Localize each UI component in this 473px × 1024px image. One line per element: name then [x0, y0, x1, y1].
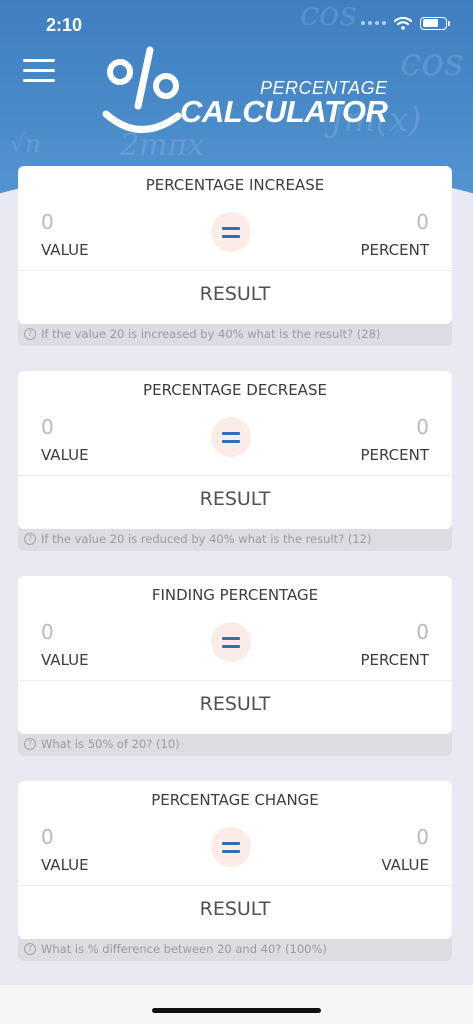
status-bar: 2:10 — [0, 0, 473, 50]
calculator-list: PERCENTAGE INCREASE 0 VALUE 0 PERCENT RE… — [18, 166, 452, 986]
value-label: VALUE — [41, 651, 89, 669]
equals-button[interactable] — [211, 417, 251, 457]
result-field: RESULT — [199, 488, 271, 510]
equals-icon — [222, 431, 240, 443]
equals-icon — [222, 841, 240, 853]
card-title: FINDING PERCENTAGE — [151, 586, 319, 604]
percent-smile-logo-icon — [102, 46, 182, 133]
value-label: VALUE — [41, 446, 89, 464]
hint-text-row: ? What is % difference between 20 and 40… — [24, 939, 327, 959]
equals-icon — [222, 226, 240, 238]
percent-input[interactable]: 0 — [416, 210, 429, 234]
equals-button[interactable] — [211, 827, 251, 867]
card-title: PERCENTAGE CHANGE — [151, 791, 319, 809]
percent-input[interactable]: 0 — [416, 620, 429, 644]
signal-icon — [361, 21, 386, 25]
equals-button[interactable] — [211, 212, 251, 252]
result-field: RESULT — [199, 693, 271, 715]
home-bar-area — [0, 985, 473, 1024]
percent-input[interactable]: 0 — [416, 415, 429, 439]
value-input[interactable]: 0 — [41, 620, 54, 644]
calculator-card: PERCENTAGE INCREASE 0 VALUE 0 PERCENT RE… — [18, 166, 452, 324]
value-label: VALUE — [41, 241, 89, 259]
result-field: RESULT — [199, 898, 271, 920]
value-input[interactable]: 0 — [41, 415, 54, 439]
hint-text-row: ? If the value 20 is increased by 40% wh… — [24, 324, 380, 344]
battery-icon — [420, 16, 450, 30]
hint-text: What is 50% of 20? (10) — [41, 737, 180, 751]
second-value-input[interactable]: 0 — [416, 825, 429, 849]
hint-text: If the value 20 is reduced by 40% what i… — [41, 532, 372, 546]
calculator-card-finding: FINDING PERCENTAGE 0 VALUE 0 PERCENT RES… — [18, 576, 452, 756]
second-value-label: VALUE — [381, 856, 429, 874]
status-icons — [361, 16, 450, 30]
value-input[interactable]: 0 — [41, 825, 54, 849]
app-logo: PERCENTAGE CALCULATOR — [100, 44, 388, 144]
calculator-card: FINDING PERCENTAGE 0 VALUE 0 PERCENT RES… — [18, 576, 452, 734]
question-circle-icon: ? — [24, 738, 36, 750]
question-circle-icon: ? — [24, 943, 36, 955]
value-input[interactable]: 0 — [41, 210, 54, 234]
status-time: 2:10 — [46, 15, 83, 35]
calculator-card-decrease: PERCENTAGE DECREASE 0 VALUE 0 PERCENT RE… — [18, 371, 452, 551]
hint-text-row: ? What is 50% of 20? (10) — [24, 734, 180, 754]
hamburger-menu-icon[interactable] — [23, 59, 55, 83]
home-indicator[interactable] — [152, 1008, 321, 1013]
value-label: VALUE — [41, 856, 89, 874]
calculator-card-increase: PERCENTAGE INCREASE 0 VALUE 0 PERCENT RE… — [18, 166, 452, 346]
percent-label: PERCENT — [360, 651, 429, 669]
wifi-icon — [394, 16, 412, 30]
calculator-card: PERCENTAGE CHANGE 0 VALUE 0 VALUE RESULT — [18, 781, 452, 939]
hint-text-row: ? If the value 20 is reduced by 40% what… — [24, 529, 371, 549]
question-circle-icon: ? — [24, 328, 36, 340]
logo-text-calculator: CALCULATOR — [180, 94, 388, 129]
equals-icon — [222, 636, 240, 648]
result-field: RESULT — [199, 283, 271, 305]
hint-text: What is % difference between 20 and 40? … — [41, 942, 327, 956]
card-title: PERCENTAGE DECREASE — [143, 381, 327, 399]
hint-text: If the value 20 is increased by 40% what… — [41, 327, 381, 341]
math-background-decoration: √n — [10, 130, 41, 158]
percent-label: PERCENT — [360, 446, 429, 464]
card-title: PERCENTAGE INCREASE — [145, 176, 325, 194]
calculator-card: PERCENTAGE DECREASE 0 VALUE 0 PERCENT RE… — [18, 371, 452, 529]
equals-button[interactable] — [211, 622, 251, 662]
percent-label: PERCENT — [360, 241, 429, 259]
question-circle-icon: ? — [24, 533, 36, 545]
calculator-card-change: PERCENTAGE CHANGE 0 VALUE 0 VALUE RESULT… — [18, 781, 452, 961]
